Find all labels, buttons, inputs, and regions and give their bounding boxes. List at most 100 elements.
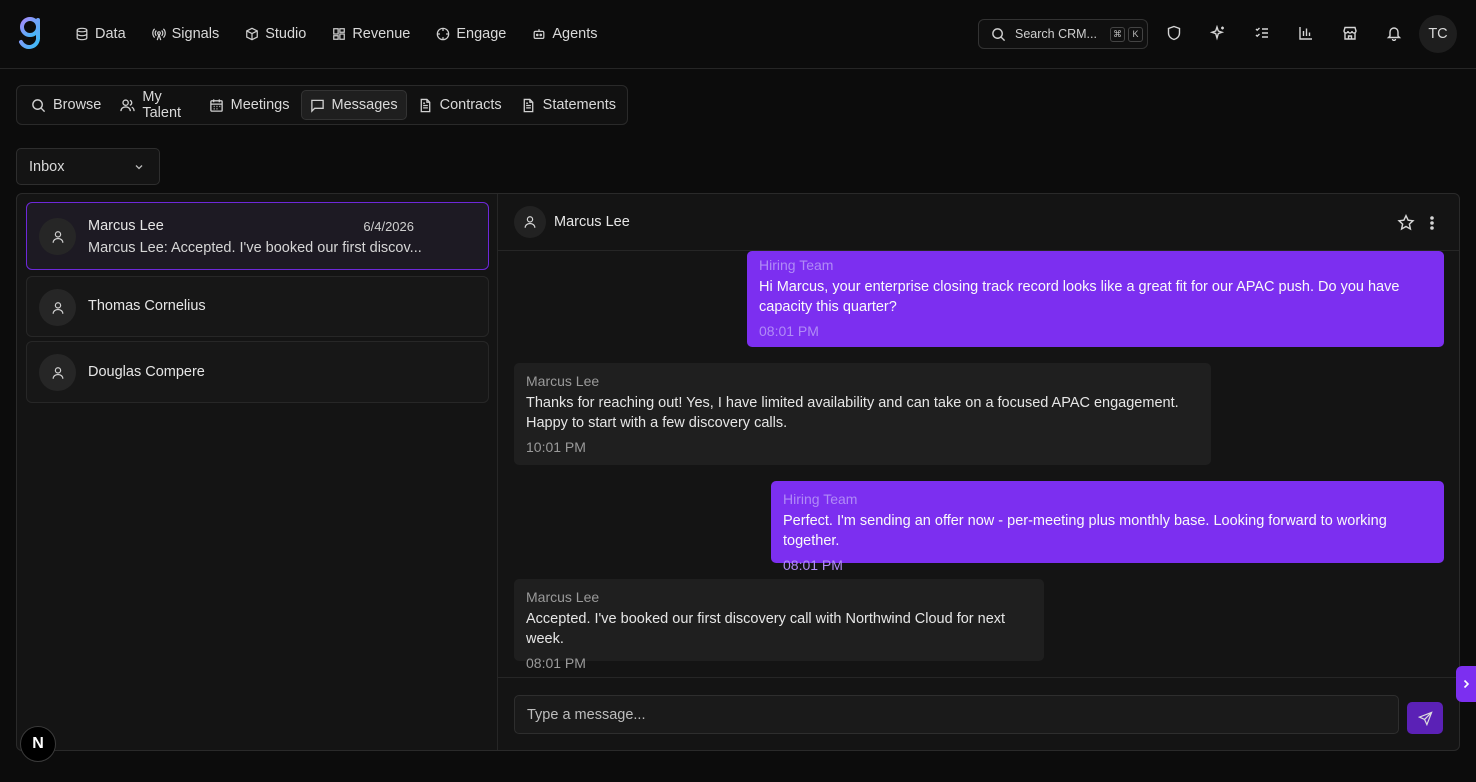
app-logo[interactable] [18, 16, 44, 50]
calendar-icon [209, 98, 224, 113]
send-icon [1417, 710, 1433, 726]
main-nav: Data Signals Studio Revenue Engage Agent… [66, 20, 615, 48]
tab-contracts[interactable]: Contracts [410, 90, 510, 120]
nav-data-label: Data [95, 26, 126, 42]
message-sender: Hiring Team [783, 491, 858, 507]
message-text: Hi Marcus, your enterprise closing track… [759, 279, 1400, 315]
conversation-name: Douglas Compere [88, 364, 205, 380]
user-icon [523, 215, 537, 229]
nav-studio[interactable]: Studio [236, 20, 315, 48]
section-tabs: Browse My Talent Meetings Messages Contr… [16, 85, 628, 125]
chevron-right-icon [1460, 678, 1472, 690]
inbox-filter-value: Inbox [29, 158, 65, 175]
target-icon [436, 27, 450, 41]
nav-data[interactable]: Data [66, 20, 135, 48]
nav-studio-label: Studio [265, 26, 307, 42]
message-sender: Marcus Lee [526, 373, 600, 389]
nav-revenue-label: Revenue [352, 26, 411, 42]
message-bubble: Marcus Lee Accepted. I've booked our fir… [514, 579, 1044, 671]
search-icon [31, 98, 46, 113]
message-input[interactable] [514, 695, 1399, 734]
send-button[interactable] [1407, 702, 1443, 734]
command-key: ⌘ [1109, 26, 1125, 42]
message-sender: Marcus Lee [526, 589, 600, 605]
nav-agents-label: Agents [552, 26, 598, 42]
grid-icon [332, 27, 346, 41]
cube-icon [245, 27, 259, 41]
users-icon [120, 98, 136, 113]
message-text: Thanks for reaching out! Yes, I have lim… [526, 395, 1179, 431]
chat-contact-name: Marcus Lee [554, 214, 630, 230]
search-shortcut: ⌘ K [1109, 26, 1143, 42]
inbox-filter-select[interactable]: Inbox [16, 148, 160, 185]
more-vertical-icon[interactable] [1424, 214, 1440, 232]
tab-contracts-label: Contracts [439, 97, 502, 113]
message-bubble: Hiring Team Hi Marcus, your enterprise c… [747, 251, 1444, 347]
message-time: 08:01 PM [783, 557, 843, 573]
tab-messages-label: Messages [331, 97, 398, 113]
message-bubble: Hiring Team Perfect. I'm sending an offe… [771, 481, 1444, 573]
search-placeholder: Search CRM... [1015, 27, 1097, 41]
user-icon [51, 230, 65, 244]
tab-messages[interactable]: Messages [300, 90, 407, 120]
tab-browse-label: Browse [53, 97, 102, 113]
shield-icon[interactable] [1164, 23, 1184, 43]
nav-engage-label: Engage [456, 26, 507, 42]
tab-my-talent[interactable]: My Talent [112, 89, 197, 121]
user-avatar[interactable]: TC [1419, 15, 1457, 53]
message-text: Accepted. I've booked our first discover… [526, 611, 1006, 647]
checklist-icon[interactable] [1252, 23, 1272, 43]
nav-signals-label: Signals [171, 26, 220, 42]
nav-agents[interactable]: Agents [523, 20, 606, 48]
star-icon[interactable] [1397, 214, 1415, 232]
message-composer [498, 677, 1459, 750]
message-time: 10:01 PM [526, 439, 586, 455]
side-panel-toggle[interactable] [1456, 666, 1476, 702]
conversation-item[interactable]: Douglas Compere [26, 341, 489, 403]
conversation-name: Thomas Cornelius [88, 298, 206, 314]
search-bar[interactable]: Search CRM... ⌘ K [978, 19, 1148, 49]
chat-header: Marcus Lee [498, 194, 1459, 251]
user-icon [51, 366, 65, 380]
conversation-item[interactable]: Marcus Lee 6/4/2026 Marcus Lee: Accepted… [26, 202, 489, 270]
nav-revenue[interactable]: Revenue [323, 20, 419, 48]
chat-view: Marcus Lee Hiring Team Hi Marcus, your e… [498, 194, 1459, 750]
document-icon [521, 98, 536, 113]
top-navigation-bar: Data Signals Studio Revenue Engage Agent… [0, 0, 1476, 69]
bot-icon [532, 27, 546, 41]
store-icon[interactable] [1340, 23, 1360, 43]
chevron-down-icon [133, 161, 145, 173]
message-time: 08:01 PM [526, 655, 586, 671]
dev-tools-badge[interactable]: N [20, 726, 56, 762]
bell-icon[interactable] [1384, 23, 1404, 43]
search-icon [991, 27, 1006, 42]
message-text: Perfect. I'm sending an offer now - per-… [783, 513, 1387, 549]
tab-statements[interactable]: Statements [513, 90, 624, 120]
tab-statements-label: Statements [542, 97, 616, 113]
avatar [39, 289, 76, 326]
tab-meetings[interactable]: Meetings [201, 90, 298, 120]
tab-my-talent-label: My Talent [142, 89, 182, 121]
conversation-date: 6/4/2026 [363, 219, 414, 234]
conversation-preview: Marcus Lee: Accepted. I've booked our fi… [88, 240, 422, 256]
conversation-item[interactable]: Thomas Cornelius [26, 276, 489, 337]
message-bubble: Marcus Lee Thanks for reaching out! Yes,… [514, 363, 1211, 465]
conversation-name: Marcus Lee [88, 218, 164, 234]
avatar [514, 206, 546, 238]
tab-browse[interactable]: Browse [23, 90, 109, 120]
messages-panel: Marcus Lee 6/4/2026 Marcus Lee: Accepted… [16, 193, 1460, 751]
avatar [39, 218, 76, 255]
database-icon [75, 27, 89, 41]
sparkles-icon[interactable] [1208, 23, 1228, 43]
nav-engage[interactable]: Engage [427, 20, 515, 48]
message-icon [310, 98, 325, 113]
bar-chart-icon[interactable] [1296, 23, 1316, 43]
message-time: 08:01 PM [759, 323, 819, 339]
message-thread: Hiring Team Hi Marcus, your enterprise c… [498, 251, 1459, 676]
message-sender: Hiring Team [759, 257, 834, 273]
avatar [39, 354, 76, 391]
user-icon [51, 301, 65, 315]
broadcast-icon [151, 27, 166, 41]
nav-signals[interactable]: Signals [143, 20, 229, 48]
k-key: K [1127, 26, 1143, 42]
